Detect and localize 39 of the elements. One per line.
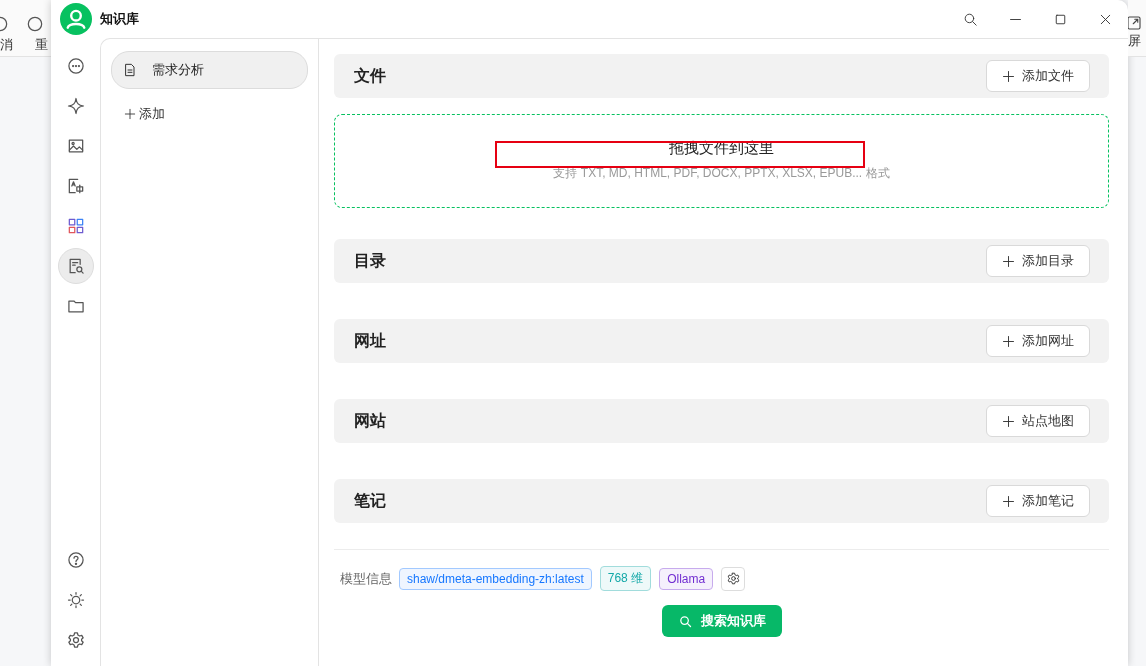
toolbar-label: 重 xyxy=(35,36,48,54)
model-tag: shaw/dmeta-embedding-zh:latest xyxy=(399,567,592,590)
section-title: 网址 xyxy=(354,330,386,351)
toolbar-label: 屏 xyxy=(1128,32,1142,50)
plus-icon xyxy=(1001,253,1016,269)
settings-icon xyxy=(725,571,741,586)
plus-icon xyxy=(1001,68,1016,84)
nav-item-highlight[interactable] xyxy=(57,248,94,284)
section-title: 目录 xyxy=(354,250,386,271)
plus-icon xyxy=(1001,493,1016,509)
model-tag: 768 维 xyxy=(599,566,652,591)
settings-icon[interactable] xyxy=(65,630,86,650)
knowledge-base-item[interactable]: 需求分析 xyxy=(111,51,308,89)
search-icon xyxy=(677,613,693,629)
settings-button[interactable] xyxy=(721,566,746,591)
add-button[interactable]: 添加目录 xyxy=(986,245,1090,277)
section-title: 文件 xyxy=(354,65,386,86)
plus-icon xyxy=(1001,413,1016,429)
plus-icon xyxy=(1001,333,1016,349)
add-button[interactable]: 站点地图 xyxy=(986,405,1090,437)
add-button[interactable]: 添加 xyxy=(111,99,308,129)
model-info-label: 模型信息 xyxy=(340,569,392,588)
question-icon[interactable] xyxy=(65,550,86,570)
document-icon xyxy=(122,62,138,78)
add-button[interactable]: 添加网址 xyxy=(986,325,1090,357)
window-title: 知识库 xyxy=(100,10,139,28)
add-button[interactable]: 添加文件 xyxy=(986,60,1090,92)
section-title: 网站 xyxy=(354,410,386,431)
chat-bubble-icon[interactable] xyxy=(65,56,86,76)
sun-icon[interactable] xyxy=(65,590,86,610)
section-title: 笔记 xyxy=(354,490,386,511)
model-tag: Ollama xyxy=(659,567,714,590)
toolbar-label: 消 xyxy=(0,36,13,54)
expand-icon xyxy=(1128,14,1143,32)
add-button[interactable]: 添加笔记 xyxy=(986,485,1090,517)
circle-icon xyxy=(25,14,45,34)
plus-icon xyxy=(123,107,137,121)
drop-zone-hint: 支持 TXT, MD, HTML, PDF, DOCX, PPTX, XLSX, EPUB... 格式 xyxy=(553,164,890,182)
sparkle-icon[interactable] xyxy=(65,96,86,116)
